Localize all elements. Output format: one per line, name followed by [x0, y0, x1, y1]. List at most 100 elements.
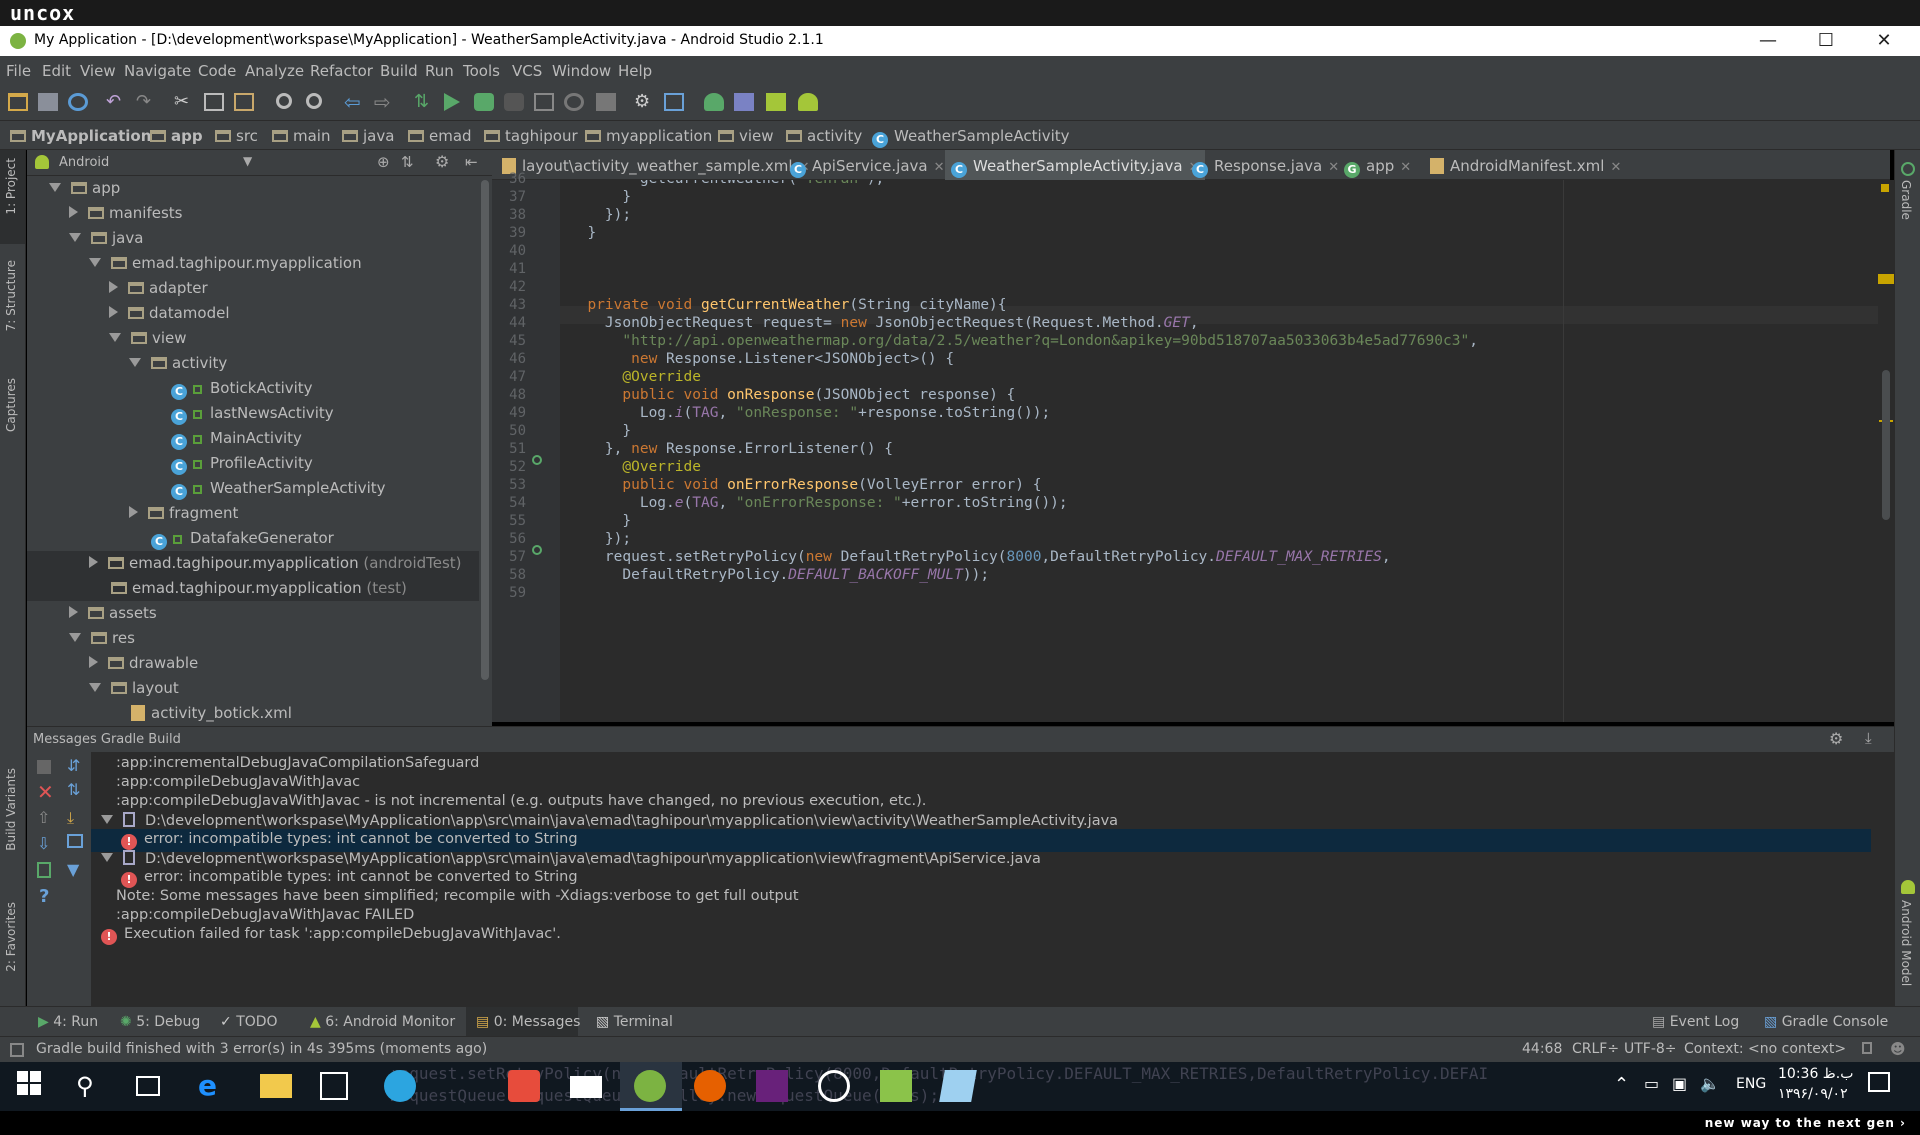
coverage-icon[interactable]	[534, 93, 554, 111]
filter-icon[interactable]: ▼	[67, 860, 79, 879]
status-message[interactable]: Gradle build finished with 3 error(s) in…	[36, 1041, 487, 1057]
inspector-icon[interactable]: ☻	[1890, 1040, 1906, 1058]
task-view-icon[interactable]	[136, 1076, 160, 1096]
close-icon[interactable]: ✕	[37, 780, 54, 804]
caret-position[interactable]: 44:68	[1522, 1041, 1562, 1057]
captures-tool-button[interactable]: Captures	[4, 378, 18, 432]
gradle-console-tool-button[interactable]: ▧ Gradle Console	[1764, 1014, 1888, 1030]
tree-item[interactable]: C ProfileActivity	[27, 451, 479, 476]
code-line[interactable]: }	[570, 189, 631, 205]
tab-response-java[interactable]: C Response.java ✕	[1186, 150, 1345, 180]
menu-run[interactable]: Run	[425, 62, 454, 80]
network-icon[interactable]: ▣	[1672, 1074, 1687, 1093]
menu-window[interactable]: Window	[552, 62, 611, 80]
close-tab-icon[interactable]: ✕	[934, 160, 945, 175]
sdk-manager-icon[interactable]	[766, 93, 786, 111]
code-line[interactable]: getCurrentWeather("Tehran");	[570, 180, 884, 187]
tree-item[interactable]: emad.taghipour.myapplication (test)	[27, 576, 479, 601]
crumb-activity[interactable]: activity	[786, 127, 862, 145]
save-icon[interactable]	[38, 93, 58, 111]
hide-panel-icon[interactable]: ⤓	[1865, 729, 1872, 747]
preview-icon[interactable]	[67, 834, 83, 848]
android-monitor-tool-button[interactable]: ▲ 6: Android Monitor	[310, 1014, 455, 1030]
expanded-arrow-icon[interactable]	[101, 853, 113, 862]
tree-item[interactable]: datamodel	[27, 301, 479, 326]
close-window-button[interactable]: ✕	[1856, 26, 1912, 56]
firefox-icon[interactable]	[694, 1070, 726, 1102]
error-stripe[interactable]	[1878, 180, 1894, 722]
forward-icon[interactable]: ⇨	[374, 92, 394, 112]
code-line[interactable]: new Response.Listener<JSONObject>() {	[570, 351, 954, 367]
project-structure-icon[interactable]	[664, 93, 684, 111]
hide-panel-icon[interactable]: ⇤	[465, 153, 478, 171]
code-line[interactable]: DefaultRetryPolicy.DEFAULT_BACKOFF_MULT)…	[570, 567, 989, 583]
expanded-arrow-icon[interactable]	[109, 333, 121, 342]
warning-status-icon[interactable]	[1881, 184, 1889, 192]
menu-code[interactable]: Code	[198, 62, 236, 80]
crumb-view[interactable]: view	[718, 127, 774, 145]
run-tool-button[interactable]: ▶ 4: Run	[38, 1014, 98, 1030]
redo-icon[interactable]: ↷	[136, 93, 156, 111]
code-line[interactable]: }	[570, 225, 596, 241]
favorites-tool-button[interactable]: 2: Favorites	[4, 902, 18, 972]
expand-all-icon[interactable]: ⇵	[67, 756, 80, 775]
collapsed-arrow-icon[interactable]	[89, 556, 98, 568]
expanded-arrow-icon[interactable]	[101, 815, 113, 824]
battery-icon[interactable]: ▭	[1644, 1074, 1659, 1093]
help-icon[interactable]: ?	[39, 886, 49, 907]
tree-item[interactable]: activity_botick.xml	[27, 701, 479, 726]
paste-icon[interactable]	[234, 93, 254, 111]
lock-icon[interactable]	[1862, 1042, 1872, 1054]
stop-icon[interactable]	[596, 93, 616, 111]
expanded-arrow-icon[interactable]	[69, 633, 81, 642]
code-line[interactable]: });	[570, 531, 631, 547]
next-icon[interactable]: ⇩	[37, 834, 50, 853]
code-line[interactable]: Log.e(TAG, "onErrorResponse: "+error.toS…	[570, 495, 1068, 511]
tab-androidmanifest-xml[interactable]: AndroidManifest.xml ✕	[1424, 150, 1627, 180]
crumb-myapplication[interactable]: MyApplication	[10, 127, 151, 145]
cut-icon[interactable]: ✂	[174, 93, 194, 111]
tree-item[interactable]: C BotickActivity	[27, 376, 479, 401]
crumb-src[interactable]: src	[215, 127, 258, 145]
crumb-emad[interactable]: emad	[408, 127, 472, 145]
menu-build[interactable]: Build	[380, 62, 418, 80]
collapsed-arrow-icon[interactable]	[89, 656, 98, 668]
tree-item[interactable]: manifests	[27, 201, 479, 226]
menu-file[interactable]: File	[6, 62, 31, 80]
collapsed-arrow-icon[interactable]	[69, 606, 78, 618]
tree-item[interactable]: emad.taghipour.myapplication (androidTes…	[27, 551, 479, 576]
android-model-tool-button[interactable]: Android Model	[1899, 900, 1913, 986]
code-line[interactable]: Log.i(TAG, "onResponse: "+response.toStr…	[570, 405, 1050, 421]
collapsed-arrow-icon[interactable]	[109, 281, 118, 293]
media-player-icon[interactable]	[818, 1070, 850, 1102]
back-icon[interactable]: ⇦	[344, 92, 364, 112]
debug-icon[interactable]	[474, 93, 494, 111]
project-tool-button[interactable]: 1: Project	[4, 158, 18, 215]
build-variants-tool-button[interactable]: Build Variants	[4, 768, 18, 851]
tree-item[interactable]: res	[27, 626, 479, 651]
visual-studio-icon[interactable]	[756, 1070, 788, 1102]
tree-item[interactable]: C WeatherSampleActivity	[27, 476, 479, 501]
menu-help[interactable]: Help	[618, 62, 652, 80]
search-icon[interactable]: ⚲	[76, 1070, 108, 1102]
gradle-tool-button[interactable]: Gradle	[1899, 180, 1913, 220]
android-device-monitor-icon[interactable]	[798, 93, 818, 111]
code-line[interactable]: public void onResponse(JSONObject respon…	[570, 387, 1015, 403]
expanded-arrow-icon[interactable]	[89, 683, 101, 692]
expanded-arrow-icon[interactable]	[69, 233, 81, 242]
tree-item[interactable]: C DatafakeGenerator	[27, 526, 479, 551]
file-explorer-icon[interactable]	[260, 1074, 292, 1098]
debug-tool-button[interactable]: ✺ 5: Debug	[120, 1014, 200, 1030]
menu-edit[interactable]: Edit	[42, 62, 71, 80]
tree-item[interactable]: C MainActivity	[27, 426, 479, 451]
sync-icon[interactable]	[68, 93, 88, 111]
tree-item[interactable]: ClastNewsActivity	[27, 401, 479, 426]
tree-item[interactable]: activity	[27, 351, 479, 376]
android-studio-taskbar-icon[interactable]	[634, 1070, 666, 1102]
code-line[interactable]: });	[570, 207, 631, 223]
tree-item[interactable]: assets	[27, 601, 479, 626]
expanded-arrow-icon[interactable]	[49, 183, 61, 192]
close-tab-icon[interactable]: ✕	[1400, 160, 1411, 175]
event-log-tool-button[interactable]: ▤ Event Log	[1652, 1014, 1739, 1030]
tab-weathersampleactivity-java[interactable]: CWeatherSampleActivity.java✕	[945, 150, 1206, 180]
